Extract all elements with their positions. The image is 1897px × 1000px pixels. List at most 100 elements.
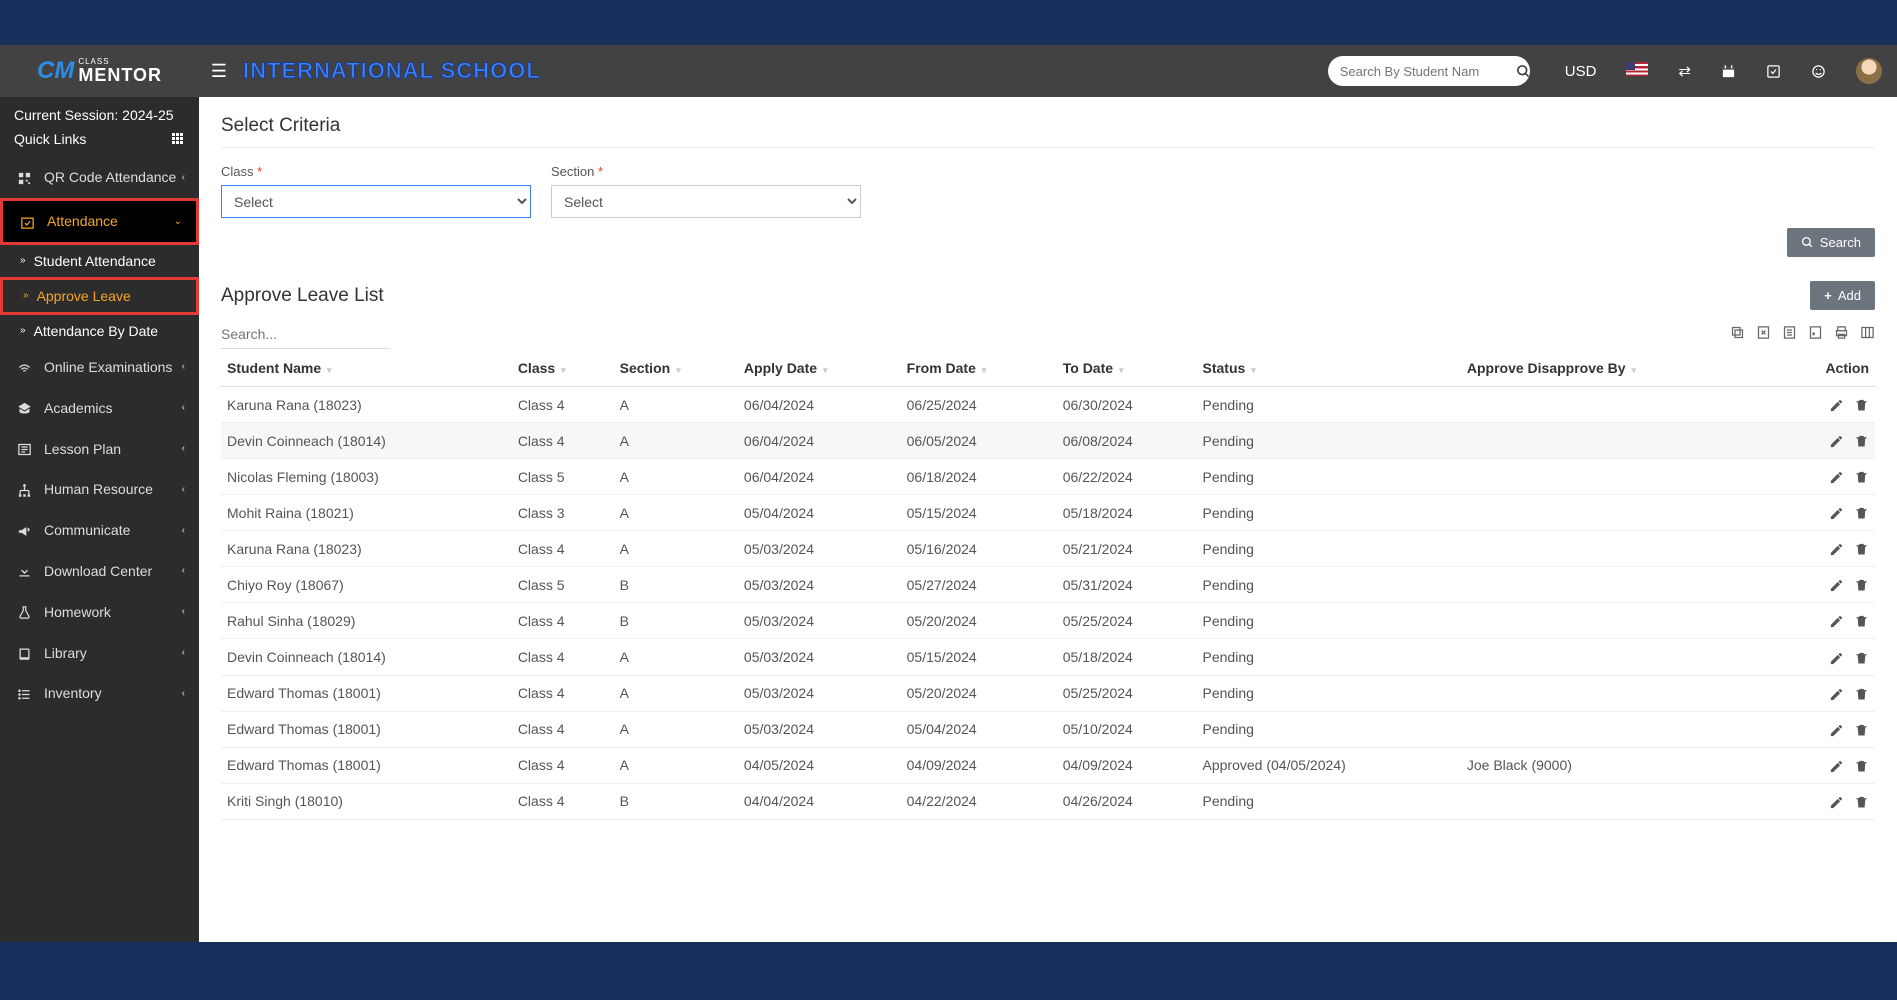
student-search[interactable] <box>1328 56 1530 86</box>
col-section[interactable]: Section ▾ <box>614 350 738 387</box>
chevron-icon: ‹ <box>182 172 185 183</box>
delete-icon[interactable] <box>1854 649 1869 664</box>
col-apply-date[interactable]: Apply Date ▾ <box>738 350 901 387</box>
nav-sub-approve-leave[interactable]: »Approve Leave <box>0 277 199 315</box>
logo[interactable]: CM CLASSMENTOR <box>0 45 199 97</box>
search-icon[interactable] <box>1516 63 1531 80</box>
table-row: Edward Thomas (18001)Class 4A05/03/20240… <box>221 675 1875 711</box>
delete-icon[interactable] <box>1854 613 1869 628</box>
delete-icon[interactable] <box>1854 758 1869 773</box>
calendar-icon[interactable] <box>1721 63 1736 80</box>
criteria-title: Select Criteria <box>221 115 1875 148</box>
current-session: Current Session: 2024-25 <box>0 97 199 127</box>
pdf-icon[interactable] <box>1807 324 1823 340</box>
section-select[interactable]: Select <box>551 185 861 218</box>
book-icon <box>14 644 34 661</box>
chevron-icon: ‹ <box>182 484 185 495</box>
excel-icon[interactable] <box>1755 324 1771 340</box>
chevron-right-icon: » <box>23 290 29 301</box>
csv-icon[interactable] <box>1781 324 1797 340</box>
edit-icon[interactable] <box>1829 722 1844 737</box>
delete-icon[interactable] <box>1854 794 1869 809</box>
school-title: INTERNATIONAL SCHOOL <box>243 58 541 84</box>
delete-icon[interactable] <box>1854 722 1869 737</box>
table-row: Rahul Sinha (18029)Class 4B05/03/202405/… <box>221 603 1875 639</box>
currency-label[interactable]: USD <box>1565 63 1597 80</box>
chevron-icon: ‹ <box>182 361 185 372</box>
nav-online-examinations[interactable]: Online Examinations‹ <box>0 347 199 388</box>
table-search-input[interactable] <box>221 320 391 349</box>
edit-icon[interactable] <box>1829 649 1844 664</box>
table-row: Mohit Raina (18021)Class 3A05/04/202405/… <box>221 495 1875 531</box>
table-row: Devin Coinneach (18014)Class 4A06/04/202… <box>221 423 1875 459</box>
nav-qr-code-attendance[interactable]: QR Code Attendance‹ <box>0 157 199 198</box>
nav-inventory[interactable]: Inventory‹ <box>0 673 199 714</box>
chevron-icon: ‹ <box>182 525 185 536</box>
whatsapp-icon[interactable] <box>1811 63 1826 80</box>
nav-academics[interactable]: Academics‹ <box>0 387 199 428</box>
print-icon[interactable] <box>1833 324 1849 340</box>
nav-lesson-plan[interactable]: Lesson Plan‹ <box>0 428 199 469</box>
nav-homework[interactable]: Homework‹ <box>0 591 199 632</box>
chevron-icon: ‹ <box>182 402 185 413</box>
search-button[interactable]: Search <box>1787 228 1875 257</box>
download-icon <box>14 563 34 580</box>
quick-links[interactable]: Quick Links <box>0 127 199 157</box>
qr-icon <box>14 169 34 186</box>
col-status[interactable]: Status ▾ <box>1197 350 1461 387</box>
edit-icon[interactable] <box>1829 758 1844 773</box>
bullhorn-icon <box>14 522 34 539</box>
columns-icon[interactable] <box>1859 324 1875 340</box>
edit-icon[interactable] <box>1829 577 1844 592</box>
list-title: Approve Leave List <box>221 285 384 307</box>
cap-icon <box>14 399 34 416</box>
delete-icon[interactable] <box>1854 686 1869 701</box>
table-row: Chiyo Roy (18067)Class 5B05/03/202405/27… <box>221 567 1875 603</box>
nav-attendance[interactable]: Attendance⌄ <box>0 198 199 245</box>
hamburger-icon[interactable]: ☰ <box>199 61 239 82</box>
copy-icon[interactable] <box>1730 324 1746 340</box>
sidebar: Current Session: 2024-25 Quick Links QR … <box>0 97 199 942</box>
col-from-date[interactable]: From Date ▾ <box>901 350 1057 387</box>
delete-icon[interactable] <box>1854 577 1869 592</box>
edit-icon[interactable] <box>1829 686 1844 701</box>
delete-icon[interactable] <box>1854 433 1869 448</box>
edit-icon[interactable] <box>1829 469 1844 484</box>
leave-table: Student Name ▾Class ▾Section ▾Apply Date… <box>221 350 1875 820</box>
language-flag-icon[interactable] <box>1626 62 1648 80</box>
task-check-icon[interactable] <box>1766 63 1781 80</box>
edit-icon[interactable] <box>1829 433 1844 448</box>
nav-library[interactable]: Library‹ <box>0 632 199 673</box>
nav-sub-attendance-by-date[interactable]: »Attendance By Date <box>0 315 199 347</box>
edit-icon[interactable] <box>1829 613 1844 628</box>
student-search-input[interactable] <box>1340 64 1516 79</box>
nav-human-resource[interactable]: Human Resource‹ <box>0 469 199 510</box>
table-row: Karuna Rana (18023)Class 4A05/03/202405/… <box>221 531 1875 567</box>
edit-icon[interactable] <box>1829 397 1844 412</box>
main-content: Select Criteria Class * Select Section *… <box>199 97 1897 942</box>
delete-icon[interactable] <box>1854 397 1869 412</box>
edit-icon[interactable] <box>1829 541 1844 556</box>
top-header: CM CLASSMENTOR ☰ INTERNATIONAL SCHOOL US… <box>0 45 1897 97</box>
delete-icon[interactable] <box>1854 541 1869 556</box>
delete-icon[interactable] <box>1854 469 1869 484</box>
class-select[interactable]: Select <box>221 185 531 218</box>
edit-icon[interactable] <box>1829 794 1844 809</box>
nav-sub-student-attendance[interactable]: »Student Attendance <box>0 245 199 277</box>
swap-icon[interactable]: ⇄ <box>1678 62 1691 80</box>
col-action[interactable]: Action <box>1769 350 1875 387</box>
col-class[interactable]: Class ▾ <box>512 350 614 387</box>
table-row: Edward Thomas (18001)Class 4A04/05/20240… <box>221 747 1875 783</box>
nav-download-center[interactable]: Download Center‹ <box>0 551 199 592</box>
nav-communicate[interactable]: Communicate‹ <box>0 510 199 551</box>
col-approve-disapprove-by[interactable]: Approve Disapprove By ▾ <box>1461 350 1769 387</box>
col-to-date[interactable]: To Date ▾ <box>1057 350 1197 387</box>
add-button[interactable]: + Add <box>1810 281 1875 310</box>
edit-icon[interactable] <box>1829 505 1844 520</box>
delete-icon[interactable] <box>1854 505 1869 520</box>
user-avatar[interactable] <box>1856 58 1882 84</box>
grid-icon[interactable] <box>171 132 185 146</box>
table-row: Kriti Singh (18010)Class 4B04/04/202404/… <box>221 783 1875 819</box>
chevron-icon: ⌄ <box>174 216 182 227</box>
col-student-name[interactable]: Student Name ▾ <box>221 350 512 387</box>
